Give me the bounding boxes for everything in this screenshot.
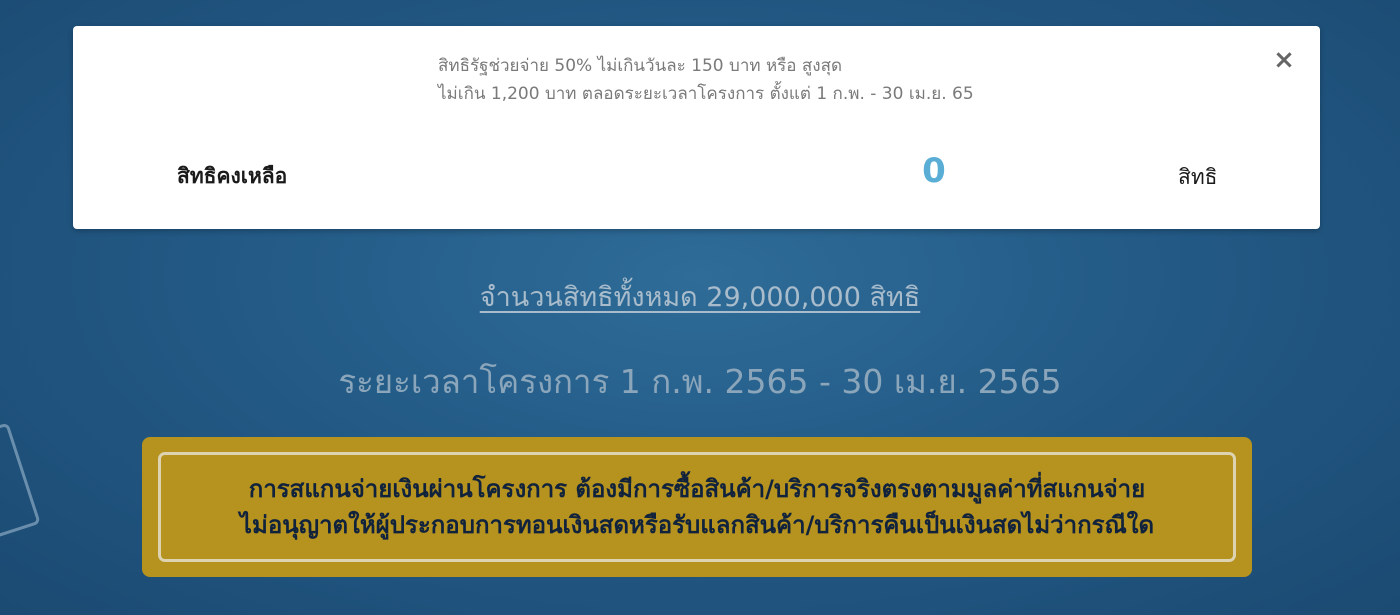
close-button[interactable]: ×: [1270, 46, 1298, 74]
remaining-rights-unit: สิทธิ: [1178, 165, 1218, 189]
warning-notice-line-1: การสแกนจ่ายเงินผ่านโครงการ ต้องมีการซื้อ…: [248, 475, 1146, 503]
rights-info-line-1: สิทธิรัฐช่วยจ่าย 50% ไม่เกินวันละ 150 บา…: [438, 56, 843, 76]
project-period: ระยะเวลาโครงการ 1 ก.พ. 2565 - 30 เม.ย. 2…: [338, 362, 1062, 401]
rights-card: สิทธิรัฐช่วยจ่าย 50% ไม่เกินวันละ 150 บา…: [73, 26, 1320, 229]
warning-notice-line-2: ไม่อนุญาตให้ผู้ประกอบการทอนเงินสดหรือรับ…: [239, 511, 1155, 539]
remaining-rights-label: สิทธิคงเหลือ: [177, 164, 288, 188]
rights-info: สิทธิรัฐช่วยจ่าย 50% ไม่เกินวันละ 150 บา…: [438, 52, 1038, 108]
background-decoration: [0, 422, 41, 544]
rights-info-line-2: ไม่เกิน 1,200 บาท ตลอดระยะเวลาโครงการ ตั…: [438, 84, 974, 104]
remaining-rights-value: 0: [922, 151, 946, 191]
warning-notice-frame: การสแกนจ่ายเงินผ่านโครงการ ต้องมีการซื้อ…: [158, 452, 1236, 562]
warning-notice: การสแกนจ่ายเงินผ่านโครงการ ต้องมีการซื้อ…: [142, 437, 1252, 577]
total-rights-link[interactable]: จำนวนสิทธิทั้งหมด 29,000,000 สิทธิ: [0, 275, 1400, 318]
